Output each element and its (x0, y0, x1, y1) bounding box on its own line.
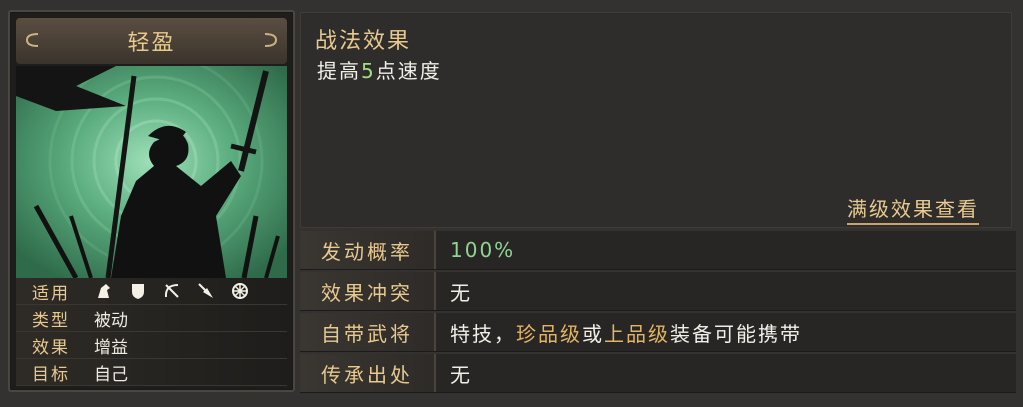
stat-value: 被动 (94, 310, 128, 331)
stat-label: 适用 (32, 283, 70, 304)
info-row-conflict: 效果冲突 无 (300, 272, 1016, 311)
shield-icon (128, 281, 148, 301)
effect-title: 战法效果 (315, 29, 412, 54)
cavalry-icon (94, 281, 114, 301)
info-value: 100% (450, 238, 516, 262)
info-row-trigger-rate: 发动概率 100% (300, 231, 1016, 270)
skill-art (16, 66, 287, 278)
effect-desc-number: 5 (361, 59, 376, 83)
info-row-inherit-source: 传承出处 无 (300, 354, 1016, 393)
info-value: 无 (450, 362, 472, 387)
effect-panel: 战法效果 提高5点速度 满级效果查看 (300, 12, 1012, 228)
stat-value: 增益 (94, 337, 128, 358)
effect-description: 提高5点速度 (317, 55, 442, 84)
stat-row-effect: 效果 增益 (16, 332, 287, 359)
info-value-part: 或 (582, 321, 604, 346)
info-label: 传承出处 (300, 354, 436, 392)
rarity-superior: 上品级 (604, 321, 670, 346)
stat-row-applicable: 适用 (16, 278, 287, 305)
info-row-own-general: 自带武将 特技，珍品级或上品级装备可能携带 (300, 313, 1016, 352)
effect-desc-prefix: 提高 (317, 59, 361, 83)
wheel-icon (230, 281, 250, 301)
stat-value: 自己 (94, 364, 128, 385)
skill-name: 轻盈 (127, 31, 176, 56)
info-label: 自带武将 (300, 313, 436, 351)
info-value-part: 特技， (450, 321, 516, 346)
skill-name-banner: 轻盈 (16, 18, 287, 64)
rarity-rare: 珍品级 (516, 321, 582, 346)
stat-row-target: 目标 自己 (16, 359, 287, 386)
effect-desc-suffix: 点速度 (375, 59, 442, 83)
bow-icon (162, 281, 182, 301)
info-label: 效果冲突 (300, 272, 436, 310)
skill-card: 轻盈 适用 类型 被动 效果 增益 目标 自己 (8, 10, 295, 392)
scroll-ornament-icon (264, 33, 278, 47)
skill-stats: 适用 类型 被动 效果 增益 目标 自己 (16, 278, 287, 386)
info-label: 发动概率 (300, 231, 436, 269)
unit-type-icons (86, 281, 250, 301)
stat-label: 类型 (32, 310, 70, 331)
max-level-effect-link[interactable]: 满级效果查看 (847, 193, 979, 225)
stat-row-type: 类型 被动 (16, 305, 287, 332)
warrior-silhouette-image (16, 66, 287, 278)
info-value-part: 装备可能携带 (670, 321, 802, 346)
info-value: 无 (450, 280, 472, 305)
stat-label: 效果 (32, 337, 70, 358)
info-value: 特技，珍品级或上品级装备可能携带 (436, 318, 802, 347)
stat-label: 目标 (32, 364, 70, 385)
scroll-ornament-icon (25, 33, 39, 47)
spear-icon (196, 281, 216, 301)
